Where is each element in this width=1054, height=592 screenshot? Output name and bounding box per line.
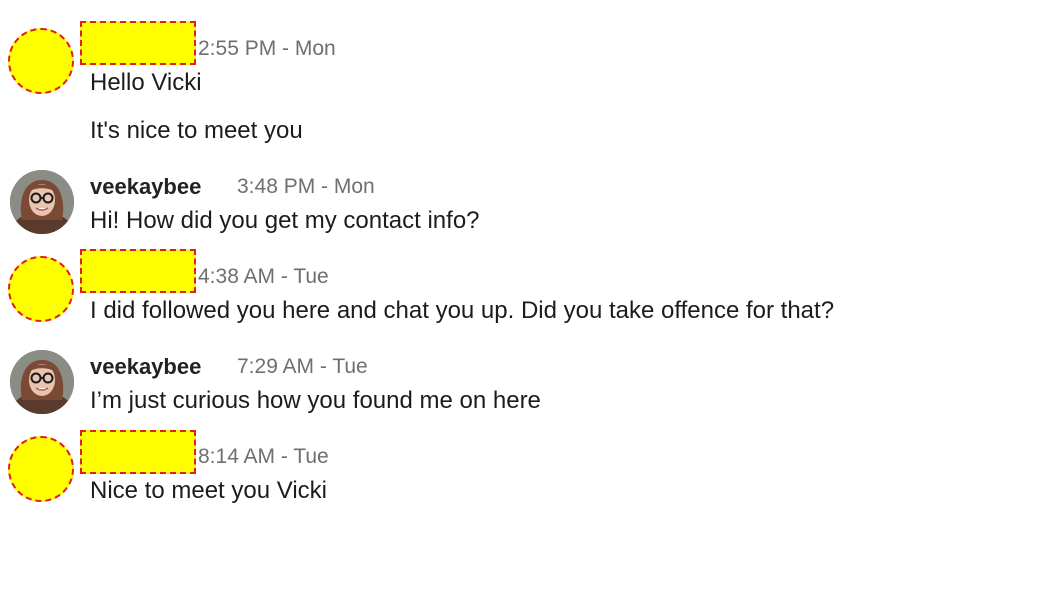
message-timestamp: 2:55 PM - Mon	[198, 37, 336, 60]
redacted-avatar-icon[interactable]	[8, 28, 74, 94]
message-text: I did followed you here and chat you up.…	[90, 297, 835, 324]
redacted-username[interactable]	[80, 21, 196, 65]
user-photo-avatar-icon[interactable]	[10, 170, 74, 234]
message-text: Hello Vicki	[90, 69, 202, 96]
message-text: Nice to meet you Vicki	[90, 477, 327, 504]
message-timestamp: 8:14 AM - Tue	[198, 445, 329, 468]
message-timestamp: 3:48 PM - Mon	[237, 175, 375, 198]
message-timestamp: 7:29 AM - Tue	[237, 355, 368, 378]
chat-window: { "messages": [ { "author": "", "author_…	[0, 0, 1054, 592]
username[interactable]: veekaybee	[90, 354, 201, 380]
user-photo-avatar-icon[interactable]	[10, 350, 74, 414]
portrait-icon	[10, 350, 74, 414]
redacted-username[interactable]	[80, 249, 196, 293]
username[interactable]: veekaybee	[90, 174, 201, 200]
redacted-username[interactable]	[80, 430, 196, 474]
redacted-avatar-icon[interactable]	[8, 436, 74, 502]
message-text: I’m just curious how you found me on her…	[90, 387, 541, 414]
portrait-icon	[10, 170, 74, 234]
message-timestamp: 4:38 AM - Tue	[198, 265, 329, 288]
redacted-avatar-icon[interactable]	[8, 256, 74, 322]
message-text: It's nice to meet you	[90, 117, 303, 144]
message-text: Hi! How did you get my contact info?	[90, 207, 480, 234]
